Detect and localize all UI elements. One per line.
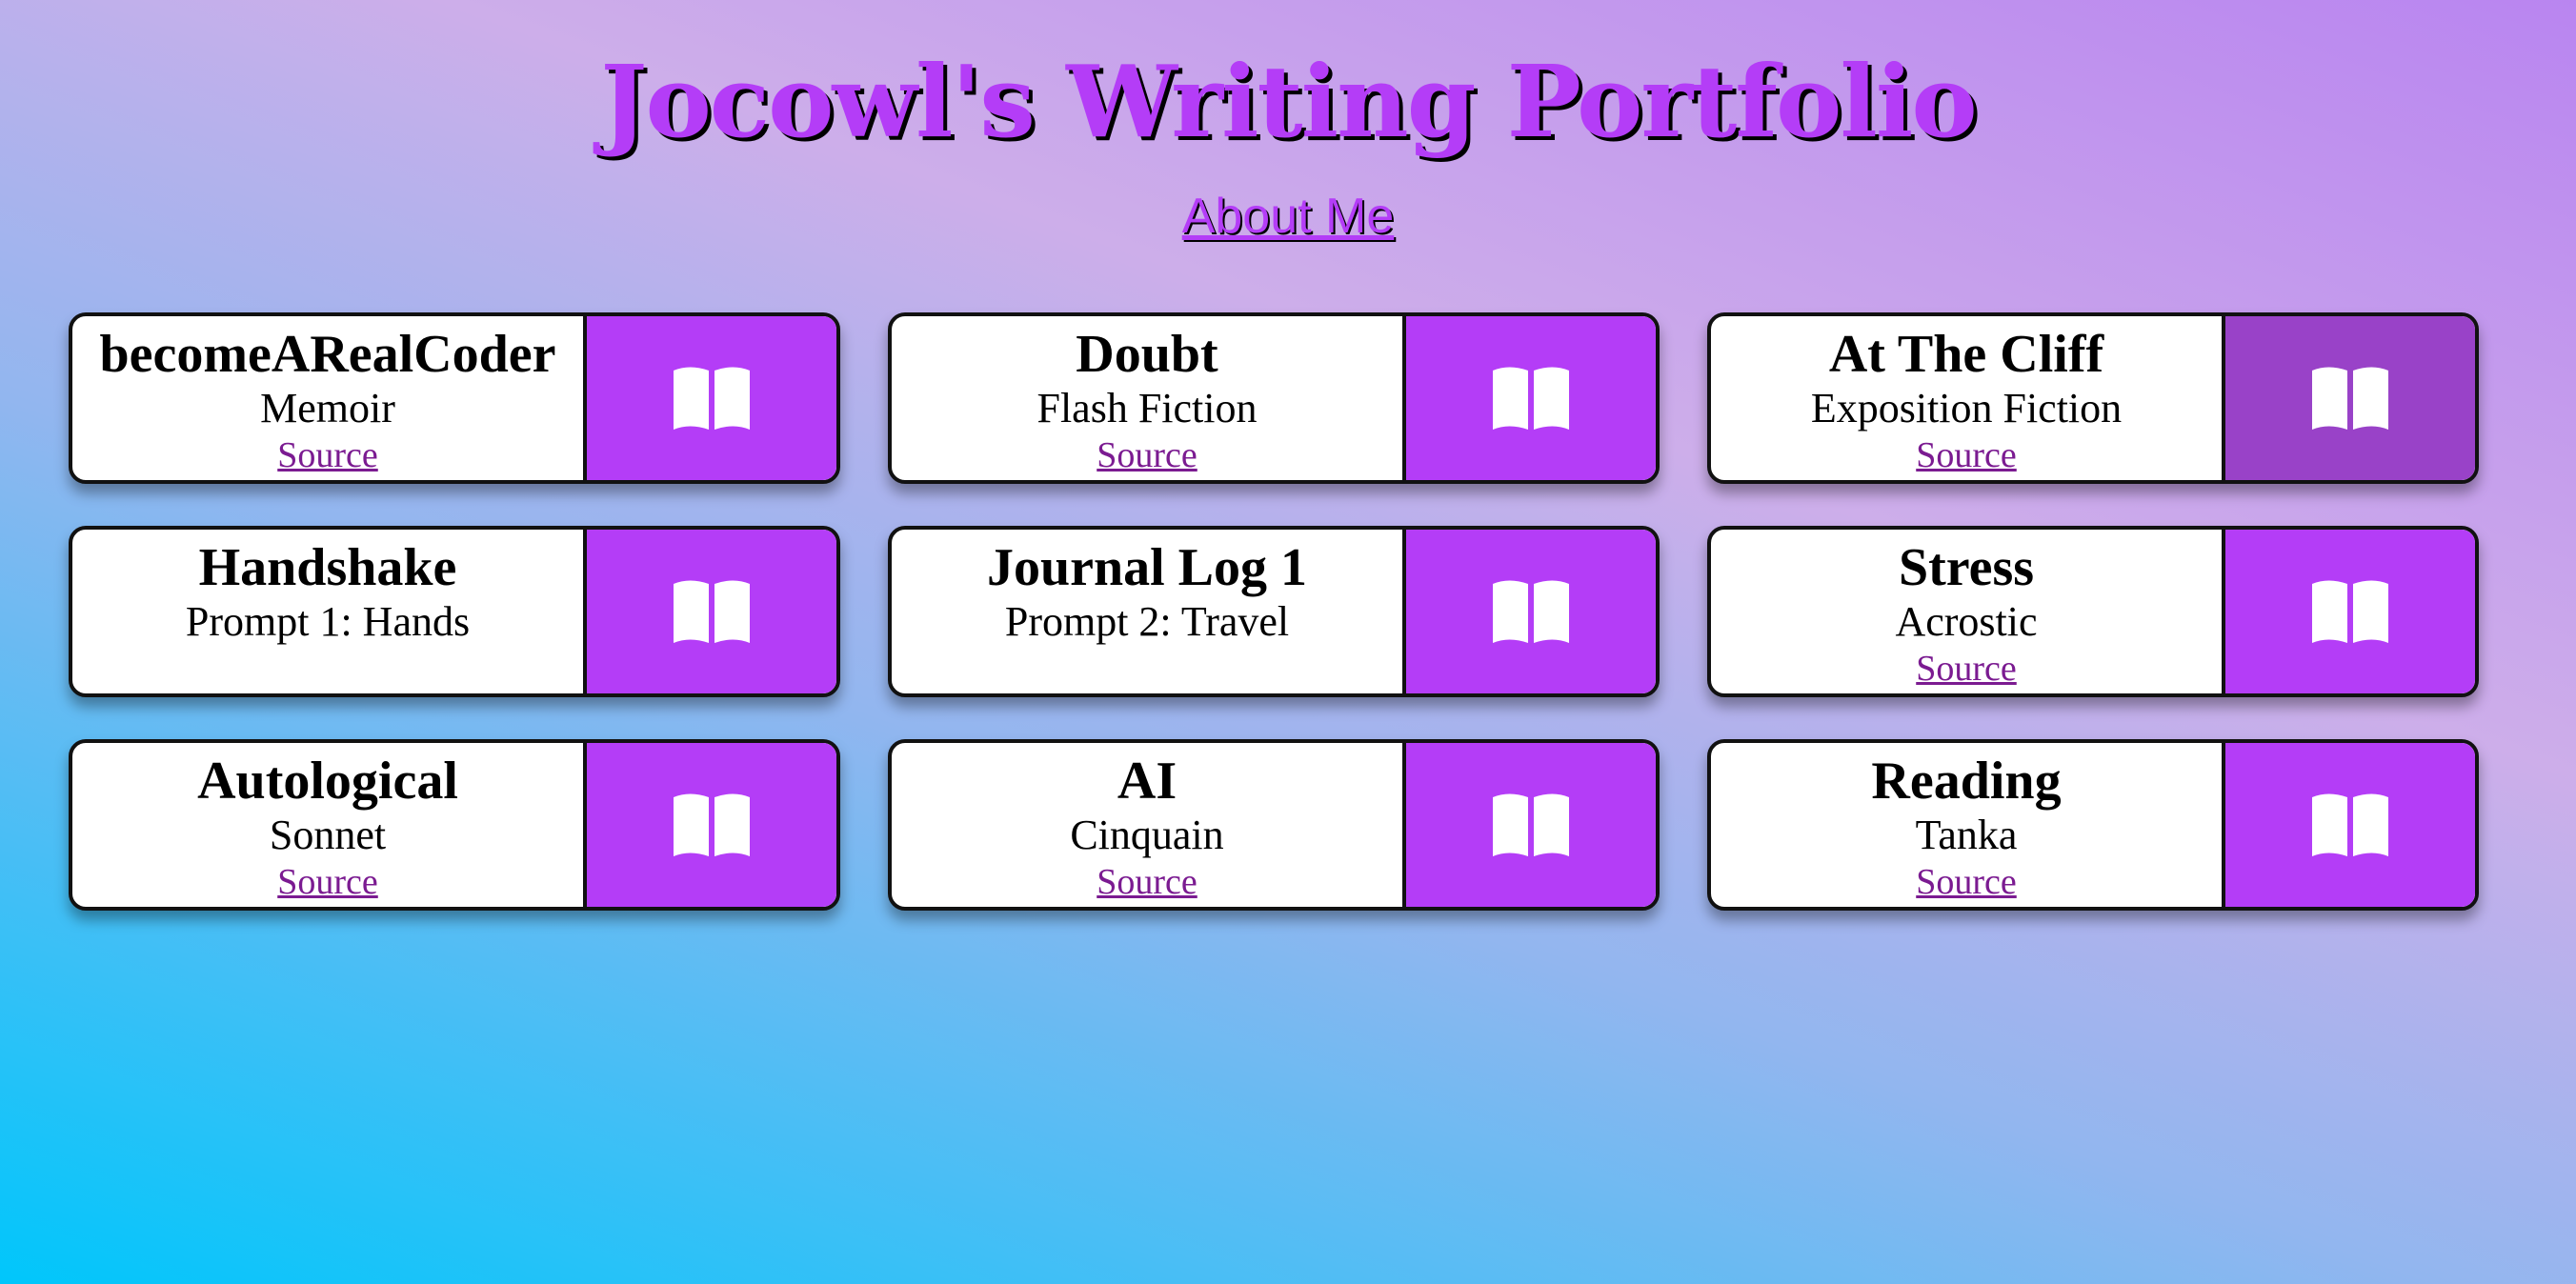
open-book-icon <box>674 367 750 430</box>
card-info: Reading Tanka Source <box>1711 743 2225 907</box>
open-book-icon <box>2312 793 2388 856</box>
card-info: Stress Acrostic Source <box>1711 530 2225 693</box>
card-info: Doubt Flash Fiction Source <box>892 316 1406 480</box>
card-title: At The Cliff <box>1828 325 2104 384</box>
card-genre: Acrostic <box>1895 598 2038 645</box>
card-info: At The Cliff Exposition Fiction Source <box>1711 316 2225 480</box>
read-button[interactable] <box>1406 743 1656 907</box>
writing-card: Journal Log 1 Prompt 2: Travel <box>888 526 1660 697</box>
about-me-link[interactable]: About Me <box>0 183 2576 250</box>
writing-grid: becomeARealCoder Memoir Source Doubt Fla… <box>69 312 2479 911</box>
read-button[interactable] <box>1406 530 1656 693</box>
card-title: AI <box>1117 752 1177 811</box>
card-genre: Exposition Fiction <box>1810 385 2123 431</box>
card-info: Autological Sonnet Source <box>72 743 587 907</box>
card-info: Handshake Prompt 1: Hands <box>72 530 587 693</box>
card-info: becomeARealCoder Memoir Source <box>72 316 587 480</box>
card-title: becomeARealCoder <box>99 325 556 384</box>
source-link[interactable]: Source <box>1916 434 2017 476</box>
writing-card: At The Cliff Exposition Fiction Source <box>1707 312 2479 484</box>
writing-card: Autological Sonnet Source <box>69 739 840 911</box>
card-title: Reading <box>1871 752 2062 811</box>
writing-card: AI Cinquain Source <box>888 739 1660 911</box>
card-genre: Memoir <box>260 385 395 431</box>
open-book-icon <box>1493 367 1569 430</box>
card-genre: Prompt 1: Hands <box>185 598 471 645</box>
open-book-icon <box>1493 793 1569 856</box>
page-title: Jocowl's Writing Portfolio <box>600 43 1978 160</box>
read-button[interactable] <box>587 316 836 480</box>
open-book-icon <box>674 580 750 643</box>
writing-card: becomeARealCoder Memoir Source <box>69 312 840 484</box>
read-button[interactable] <box>587 530 836 693</box>
card-title: Autological <box>197 752 458 811</box>
card-genre: Sonnet <box>269 812 387 858</box>
card-genre: Cinquain <box>1070 812 1224 858</box>
card-title: Doubt <box>1076 325 1218 384</box>
card-genre: Flash Fiction <box>1036 385 1258 431</box>
source-link[interactable]: Source <box>1097 434 1197 476</box>
card-title: Handshake <box>198 538 457 597</box>
writing-card: Reading Tanka Source <box>1707 739 2479 911</box>
writing-card: Doubt Flash Fiction Source <box>888 312 1660 484</box>
read-button[interactable] <box>2225 743 2475 907</box>
open-book-icon <box>1493 580 1569 643</box>
read-button[interactable] <box>2225 530 2475 693</box>
writing-card: Handshake Prompt 1: Hands <box>69 526 840 697</box>
card-title: Journal Log 1 <box>986 538 1308 597</box>
source-link[interactable]: Source <box>1916 861 2017 903</box>
source-link[interactable]: Source <box>277 434 378 476</box>
card-info: Journal Log 1 Prompt 2: Travel <box>892 530 1406 693</box>
source-link[interactable]: Source <box>277 861 378 903</box>
card-genre: Prompt 2: Travel <box>1004 598 1290 645</box>
open-book-icon <box>2312 367 2388 430</box>
card-info: AI Cinquain Source <box>892 743 1406 907</box>
read-button[interactable] <box>2225 316 2475 480</box>
card-title: Stress <box>1898 538 2035 597</box>
writing-card: Stress Acrostic Source <box>1707 526 2479 697</box>
source-link[interactable]: Source <box>1916 648 2017 690</box>
read-button[interactable] <box>1406 316 1656 480</box>
source-link[interactable]: Source <box>1097 861 1197 903</box>
open-book-icon <box>2312 580 2388 643</box>
read-button[interactable] <box>587 743 836 907</box>
open-book-icon <box>674 793 750 856</box>
card-genre: Tanka <box>1915 812 2018 858</box>
